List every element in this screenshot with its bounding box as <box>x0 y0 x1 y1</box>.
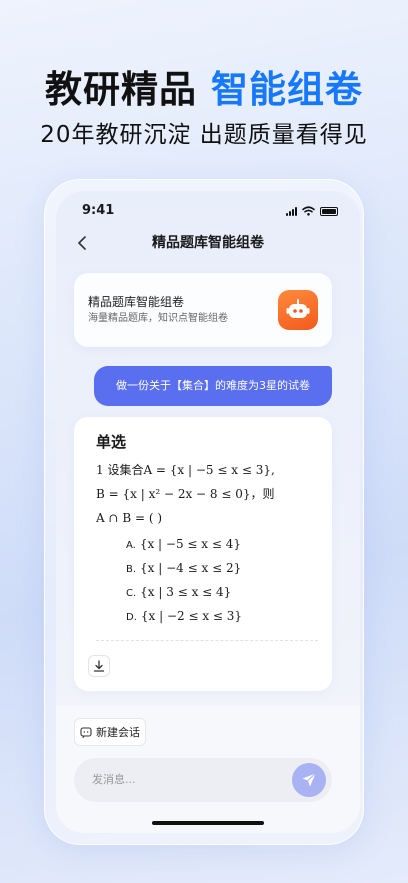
option-b: B. {x | −4 ≤ x ≤ 2} <box>126 559 241 579</box>
message-input[interactable]: 发消息... <box>74 758 332 802</box>
option-letter: B. <box>126 564 137 575</box>
bottom-area: 新建会话 发消息... <box>56 706 360 833</box>
option-letter: C. <box>126 588 137 599</box>
option-letter: D. <box>126 612 137 623</box>
option-text: {x | −5 ≤ x ≤ 4} <box>139 537 242 551</box>
option-text: {x | 3 ≤ x ≤ 4} <box>140 585 232 599</box>
intro-card: 精品题库智能组卷 海量精品题库，知识点智能组卷 <box>74 273 332 347</box>
send-icon <box>302 773 316 787</box>
option-a: A. {x | −5 ≤ x ≤ 4} <box>126 535 241 555</box>
option-d: D. {x | −2 ≤ x ≤ 3} <box>126 607 242 627</box>
user-message-bubble: 做一份关于【集合】的难度为3星的试卷 <box>94 366 332 406</box>
intro-subtitle: 海量精品题库，知识点智能组卷 <box>88 313 228 324</box>
home-indicator <box>152 821 264 825</box>
download-icon <box>93 660 105 672</box>
robot-icon <box>278 290 318 330</box>
battery-icon <box>320 206 338 216</box>
divider <box>96 640 318 641</box>
status-icons <box>286 206 338 216</box>
new-chat-icon <box>80 726 92 738</box>
intro-title: 精品题库智能组卷 <box>88 295 185 309</box>
download-button[interactable] <box>88 655 110 677</box>
answer-card: 单选 1 设集合A = {x | −5 ≤ x ≤ 3}, B = {x | x… <box>74 417 332 691</box>
status-time: 9:41 <box>82 203 115 218</box>
subheadline: 20年教研沉淀 出题质量看得见 <box>40 122 368 148</box>
status-bar: 9:41 <box>56 201 360 221</box>
option-text: {x | −2 ≤ x ≤ 3} <box>140 609 243 623</box>
question-stem-line3: A ∩ B = ( ) <box>96 511 163 525</box>
wifi-icon <box>302 206 315 216</box>
option-letter: A. <box>126 540 136 551</box>
option-c: C. {x | 3 ≤ x ≤ 4} <box>126 583 231 603</box>
message-input-placeholder: 发消息... <box>92 773 136 786</box>
nav-bar: 精品题库智能组卷 <box>56 231 360 255</box>
question-type: 单选 <box>96 433 127 451</box>
nav-title: 精品题库智能组卷 <box>152 235 264 251</box>
signal-icon <box>286 206 297 216</box>
headline-part2: 智能组卷 <box>211 68 363 111</box>
send-button[interactable] <box>292 763 326 797</box>
headline-part1: 教研精品 <box>45 68 197 111</box>
question-stem-line1: 1 设集合A = {x | −5 ≤ x ≤ 3}, <box>96 463 275 477</box>
new-chat-button[interactable]: 新建会话 <box>74 718 146 746</box>
headline: 教研精品 智能组卷 <box>0 68 408 112</box>
question-stem-line2: B = {x | x² − 2x − 8 ≤ 0}，则 <box>96 487 275 501</box>
option-text: {x | −4 ≤ x ≤ 2} <box>140 561 242 575</box>
new-chat-label: 新建会话 <box>96 726 140 739</box>
phone-screen: 9:41 精品题库智能组卷 精品题库智能组卷 海量精品题库，知识点智能组卷 做一… <box>56 191 360 833</box>
